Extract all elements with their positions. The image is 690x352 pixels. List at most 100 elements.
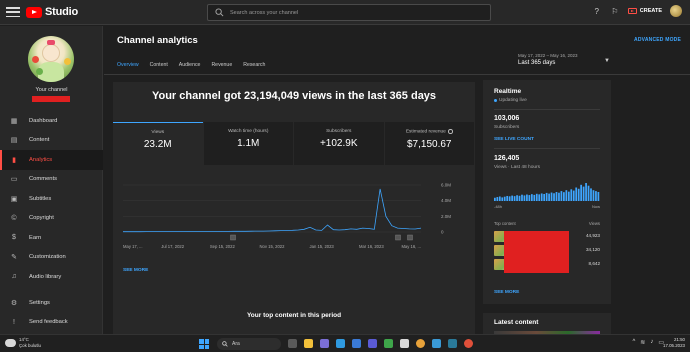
realtime-bar — [496, 197, 499, 201]
sidebar-item-copyright[interactable]: © Copyright — [0, 209, 103, 229]
realtime-views-value: 126,405 — [494, 155, 520, 162]
app-icon[interactable] — [368, 339, 377, 348]
content-icon: ▤ — [10, 137, 18, 145]
search-icon — [222, 341, 228, 347]
sidebar-item-audio-library[interactable]: ♫ Audio library — [0, 267, 103, 287]
axis-label-end: Now — [591, 204, 600, 209]
sidebar-nav: ▦ Dashboard ▤ Content ▮ Analytics ▭ Comments… — [0, 111, 103, 287]
date-range-label[interactable]: Last 365 days — [518, 60, 555, 66]
realtime-subscribers-value: 103,006 — [494, 115, 520, 122]
video-marker-icon[interactable] — [230, 234, 236, 241]
metric-label: Estimated revenue — [385, 129, 475, 135]
date: 17.05.2023 — [663, 343, 685, 348]
date-range-text[interactable]: May 17, 2022 – May 16, 2023 — [518, 53, 578, 58]
help-icon[interactable]: ? — [592, 6, 602, 16]
tabs-divider — [104, 74, 690, 75]
chevron-down-icon[interactable]: ▼ — [604, 58, 610, 64]
y-tick-label: 4.0M — [441, 198, 451, 203]
chrome-icon[interactable] — [416, 339, 425, 348]
clock[interactable]: 21:50 17.05.2023 — [663, 337, 685, 349]
see-more-link[interactable]: SEE MORE — [123, 268, 148, 273]
app-icon[interactable] — [400, 339, 409, 348]
see-live-count-link[interactable]: SEE LIVE COUNT — [494, 137, 534, 142]
taskbar-search[interactable]: Ara — [217, 338, 281, 350]
updating-live: Updating live — [494, 98, 527, 103]
sidebar-item-dashboard[interactable]: ▦ Dashboard — [0, 111, 103, 131]
sidebar-item-send-feedback[interactable]: ! Send feedback — [0, 313, 103, 333]
task-view-icon[interactable] — [288, 339, 297, 348]
volume-icon[interactable]: ♪ — [650, 339, 653, 346]
views-series-line — [123, 188, 422, 233]
studio-logo[interactable]: Studio — [26, 6, 78, 18]
sidebar-item-customization[interactable]: ✎ Customization — [0, 248, 103, 268]
search-box[interactable] — [207, 4, 491, 21]
metric-subscribers[interactable]: Subscribers +102.9K — [294, 122, 384, 165]
taskbar-apps — [288, 339, 473, 348]
channel-avatar[interactable] — [28, 36, 74, 82]
video-marker-icon[interactable] — [407, 234, 413, 241]
x-tick-label: Sep 15, 2022 — [210, 244, 236, 249]
info-icon[interactable] — [448, 129, 453, 134]
realtime-bar — [565, 190, 568, 201]
x-tick-label: Jan 15, 2023 — [310, 244, 335, 249]
taskbar-search-label: Ara — [232, 341, 240, 347]
realtime-bar — [543, 193, 546, 201]
app-icon[interactable] — [384, 339, 393, 348]
metric-value: $7,150.67 — [407, 138, 452, 150]
sidebar-item-label: Customization — [29, 254, 66, 261]
create-button[interactable]: CREATE — [627, 8, 662, 14]
realtime-bar — [550, 192, 553, 201]
x-tick-label: Nov 15, 2022 — [260, 244, 286, 249]
video-marker-icon[interactable] — [395, 234, 401, 241]
edge-icon[interactable] — [336, 339, 345, 348]
realtime-bar — [563, 192, 565, 201]
metric-views[interactable]: Views 23.2M — [113, 122, 203, 165]
notifications-icon[interactable]: ⚐ — [610, 6, 620, 16]
sidebar-item-comments[interactable]: ▭ Comments — [0, 170, 103, 190]
realtime-bar — [498, 196, 501, 201]
realtime-bar — [521, 194, 523, 201]
hamburger-menu-icon[interactable] — [6, 7, 20, 17]
row-views: 34,120 — [585, 247, 600, 252]
sidebar-item-subtitles[interactable]: ▣ Subtitles — [0, 189, 103, 209]
realtime-bar — [560, 191, 563, 201]
sidebar-item-label: Analytics — [29, 156, 53, 163]
realtime-bar — [575, 187, 578, 201]
metric-watch-time[interactable]: Watch time (hours) 1.1M — [203, 122, 293, 165]
sidebar-item-label: Copyright — [29, 215, 54, 222]
audio-library-icon: ♫ — [11, 273, 17, 281]
sidebar-item-settings[interactable]: ⚙ Settings — [0, 293, 103, 313]
realtime-bar — [508, 196, 511, 201]
sidebar-item-content[interactable]: ▤ Content — [0, 131, 103, 151]
latest-content-title: Latest content — [494, 319, 539, 326]
sidebar-item-analytics[interactable]: ▮ Analytics — [0, 150, 103, 170]
weather-widget[interactable]: 14°C Çok bulutlu — [5, 337, 41, 348]
cloud-icon — [5, 338, 16, 347]
metric-tabs: Views 23.2M Watch time (hours) 1.1M Subs… — [113, 122, 475, 165]
gear-icon: ⚙ — [10, 299, 18, 307]
x-tick-label: May 17, ... — [123, 244, 143, 249]
teams-icon[interactable] — [320, 339, 329, 348]
file-explorer-icon[interactable] — [304, 339, 313, 348]
see-more-link[interactable]: SEE MORE — [494, 290, 519, 295]
metric-estimated-revenue[interactable]: Estimated revenue $7,150.67 — [384, 122, 475, 165]
search-input[interactable] — [230, 9, 470, 16]
realtime-title: Realtime — [494, 88, 522, 95]
store-icon[interactable] — [352, 339, 361, 348]
advanced-mode-button[interactable]: ADVANCED MODE — [634, 37, 681, 43]
y-tick-label: 6.0M — [441, 183, 451, 188]
app-icon[interactable] — [432, 339, 441, 348]
metric-value: +102.9K — [319, 138, 358, 149]
firefox-icon[interactable] — [464, 339, 473, 348]
chevron-up-icon[interactable]: ^ — [632, 339, 635, 346]
account-avatar[interactable] — [670, 5, 682, 17]
app-icon[interactable] — [448, 339, 457, 348]
wifi-icon[interactable]: ≋ — [640, 339, 645, 346]
views-headline: Your channel got 23,194,049 views in the… — [151, 90, 437, 102]
windows-start-icon[interactable] — [199, 339, 209, 349]
sidebar-item-label: Earn — [29, 234, 42, 241]
weather-description: Çok bulutlu — [19, 342, 41, 348]
sidebar-item-earn[interactable]: $ Earn — [0, 228, 103, 248]
top-content-label: Top content — [494, 221, 516, 226]
metric-value: 23.2M — [143, 139, 172, 150]
